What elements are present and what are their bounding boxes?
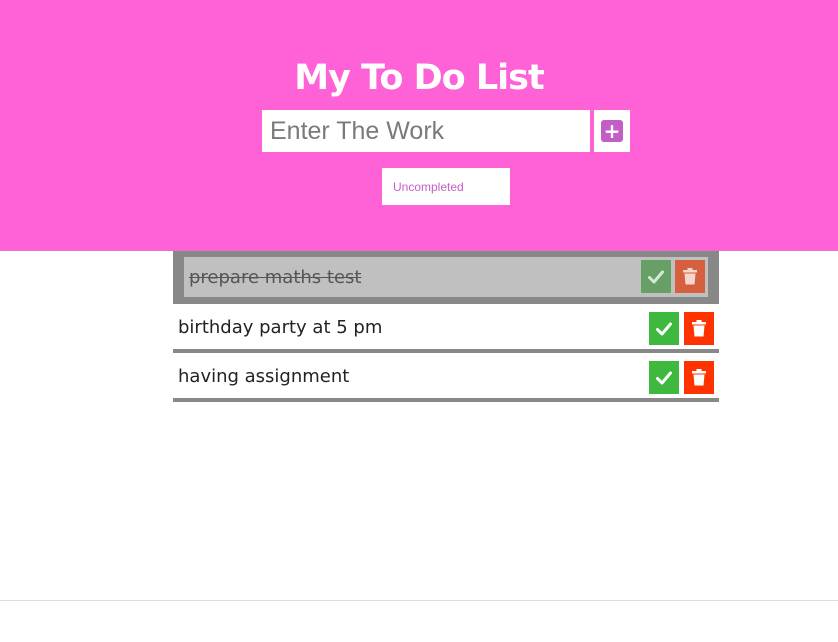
header: My To Do List + Uncompleted [0, 0, 838, 251]
page-bottom-divider [0, 600, 838, 601]
trash-icon [692, 320, 706, 337]
complete-button[interactable] [649, 312, 679, 345]
todo-item: having assignment [173, 353, 719, 402]
plus-square-icon: + [601, 120, 623, 142]
page-title: My To Do List [294, 58, 544, 98]
complete-button[interactable] [641, 260, 671, 293]
todo-list: prepare maths test birthday party at 5 p… [173, 251, 719, 402]
check-icon [648, 270, 664, 283]
delete-button[interactable] [675, 260, 705, 293]
trash-icon [683, 268, 697, 285]
filter-selected-value: Uncompleted [393, 180, 464, 194]
delete-button[interactable] [684, 312, 714, 345]
trash-icon [692, 369, 706, 386]
todo-text: prepare maths test [189, 267, 362, 288]
complete-button[interactable] [649, 361, 679, 394]
todo-item: birthday party at 5 pm [173, 304, 719, 353]
add-task-button[interactable]: + [594, 110, 630, 152]
todo-text: having assignment [178, 366, 350, 387]
todo-text: birthday party at 5 pm [178, 317, 383, 338]
todo-item: prepare maths test [173, 251, 719, 304]
delete-button[interactable] [684, 361, 714, 394]
task-input[interactable] [262, 110, 590, 152]
check-icon [656, 371, 672, 384]
check-icon [656, 322, 672, 335]
filter-select[interactable]: Uncompleted [382, 168, 510, 205]
